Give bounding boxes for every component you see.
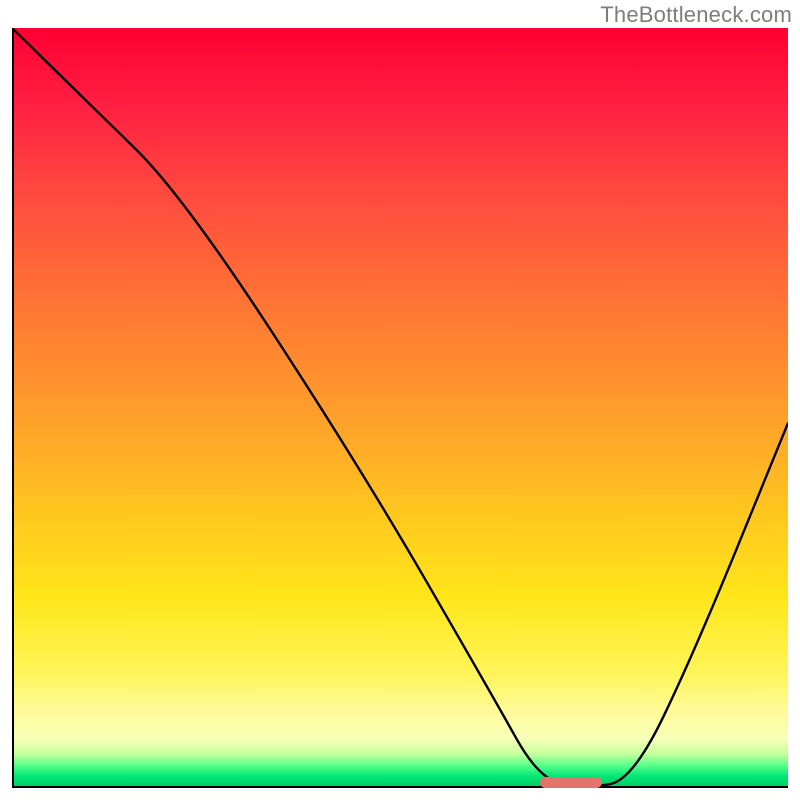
bottleneck-curve: [12, 28, 788, 788]
target-marker: [540, 777, 602, 788]
watermark-text: TheBottleneck.com: [600, 2, 792, 28]
chart-container: TheBottleneck.com: [0, 0, 800, 800]
plot-area: [12, 28, 788, 788]
